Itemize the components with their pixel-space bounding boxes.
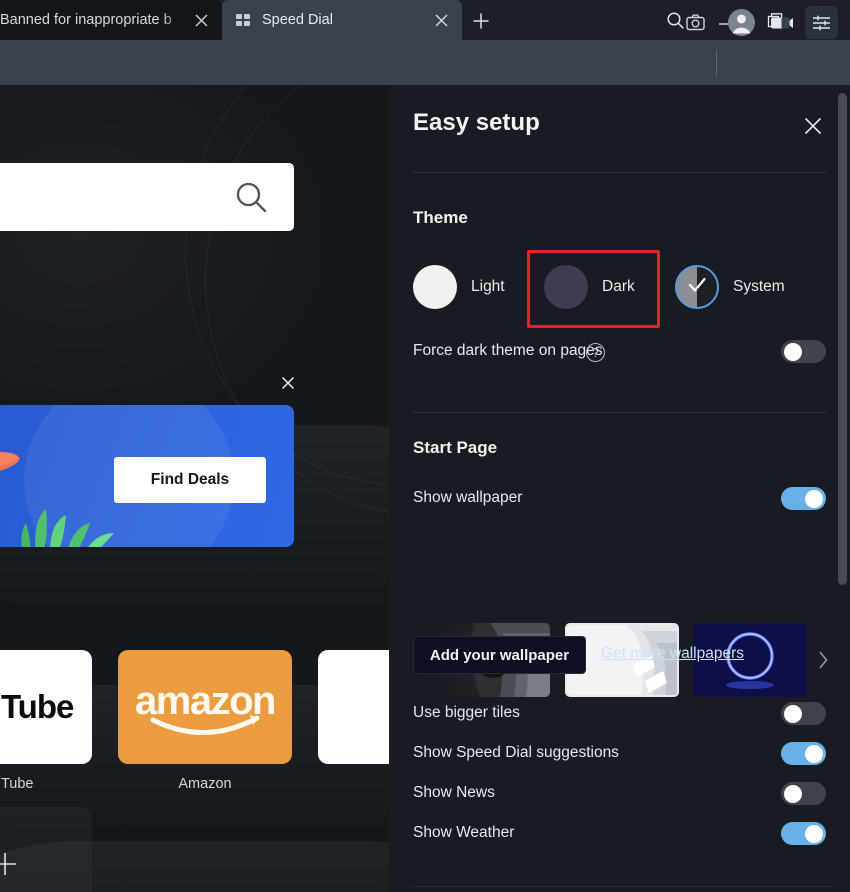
close-icon[interactable] [188,7,214,33]
system-swatch-icon [675,265,719,309]
show-news-row[interactable]: Show News [389,780,850,810]
browser-window: Banned for inappropriate b Speed Dial Fi… [0,0,850,892]
theme-option-dark[interactable]: Dark [544,265,635,309]
toggle-knob [784,784,802,803]
start-page-section-title: Start Page [413,438,498,457]
browser-toolbar [0,40,850,85]
speed-dial-label-youtube: YouTube [0,776,34,792]
show-wallpaper-toggle[interactable] [781,487,826,510]
close-icon[interactable] [277,372,299,394]
toggle-knob [805,744,823,763]
row-label: Show News [413,784,495,801]
search-icon [235,181,268,219]
divider [413,886,833,887]
toggle-knob [784,704,802,723]
grid-icon [236,14,252,26]
show-speed-dial-suggestions-row[interactable]: Show Speed Dial suggestions [389,740,850,770]
close-icon[interactable] [428,7,454,33]
add-speed-dial-button[interactable] [0,807,92,892]
plus-icon [0,853,16,875]
show-wallpaper-row[interactable]: Show wallpaper [389,485,850,515]
find-deals-button[interactable]: Find Deals [114,457,266,503]
easy-setup-panel: Easy setup Theme Light Dark System Force… [389,85,850,892]
foliage-illustration [21,509,114,547]
use-bigger-tiles-row[interactable]: Use bigger tiles [389,700,850,730]
speed-dial-label-amazon: Amazon [178,776,232,792]
avatar-icon[interactable] [725,6,758,39]
speed-dial-tile-amazon[interactable]: amazon [118,650,292,764]
amazon-smile-icon [150,715,260,735]
row-label: Show Weather [413,824,515,841]
theme-option-light[interactable]: Light [413,265,505,309]
search-input[interactable] [0,163,294,231]
get-more-wallpapers-link[interactable]: Get more wallpapers [601,645,744,663]
tab-title: Banned for inappropriate b [0,12,172,28]
easy-setup-icon[interactable] [805,6,838,39]
toolbar-divider [716,50,717,76]
close-icon[interactable] [798,111,828,141]
show-weather-row[interactable]: Show Weather [389,820,850,850]
check-icon [685,273,709,302]
tab-title: Speed Dial [262,12,333,28]
row-label: Force dark theme on pages [413,342,603,359]
show-weather-toggle[interactable] [781,822,826,845]
camera-icon[interactable] [679,6,712,39]
show-news-toggle[interactable] [781,782,826,805]
divider [413,172,826,173]
speed-dial-tile-youtube[interactable]: ouTube [0,650,92,764]
toggle-knob [805,824,823,843]
add-your-wallpaper-button[interactable]: Add your wallpaper [413,636,586,674]
title-bar: Banned for inappropriate b Speed Dial [0,0,850,40]
force-dark-theme-toggle[interactable] [781,340,826,363]
panel-scrollbar[interactable] [838,93,847,585]
dark-swatch-icon [544,265,588,309]
page-title: Easy setup [413,109,540,136]
chevron-right-icon[interactable] [812,647,834,673]
row-label: Use bigger tiles [413,704,520,721]
force-dark-theme-row[interactable]: Force dark theme on pages ? [389,338,850,368]
toggle-knob [784,342,802,361]
divider [413,412,826,413]
row-label: Show Speed Dial suggestions [413,744,619,761]
youtube-logo: ouTube [0,688,74,725]
row-label: Show wallpaper [413,489,523,506]
toggle-knob [805,489,823,508]
messenger-icon[interactable] [765,6,798,39]
theme-option-label: System [733,278,785,295]
tab-banned-for-inappropriate[interactable]: Banned for inappropriate b [0,0,222,40]
theme-section-title: Theme [413,208,468,227]
help-icon[interactable]: ? [586,343,605,362]
use-bigger-tiles-toggle[interactable] [781,702,826,725]
theme-option-label: Light [471,278,505,295]
tab-speed-dial[interactable]: Speed Dial [222,0,462,40]
theme-option-label: Dark [602,278,635,295]
show-speed-dial-suggestions-toggle[interactable] [781,742,826,765]
new-tab-button[interactable] [466,6,496,36]
promo-banner[interactable]: Find Deals [0,405,294,547]
theme-option-system[interactable]: System [675,265,785,309]
light-swatch-icon [413,265,457,309]
